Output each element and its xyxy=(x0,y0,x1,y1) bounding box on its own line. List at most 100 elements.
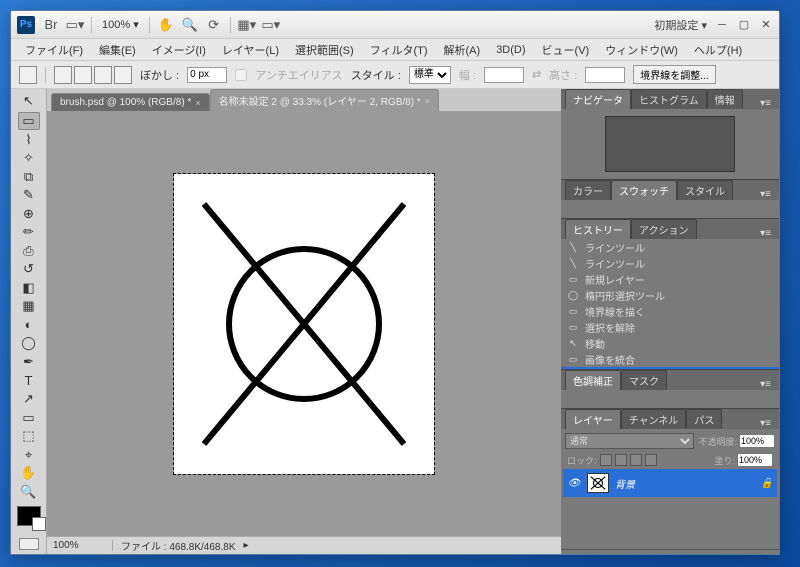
tab-color[interactable]: カラー xyxy=(565,180,611,200)
menu-help[interactable]: ヘルプ(H) xyxy=(688,40,748,60)
workspace-switcher[interactable]: 初期設定 ▾ xyxy=(654,17,707,33)
eyedropper-tool-icon[interactable]: ✎ xyxy=(18,187,40,204)
lock-transparency-icon[interactable] xyxy=(600,454,612,466)
panel-menu-icon[interactable]: ▾≡ xyxy=(756,379,775,390)
menu-file[interactable]: ファイル(F) xyxy=(19,40,89,60)
group-icon[interactable]: ▢ xyxy=(722,553,732,554)
type-tool-icon[interactable]: T xyxy=(18,372,40,389)
lock-all-icon[interactable] xyxy=(645,454,657,466)
eraser-tool-icon[interactable]: ◧ xyxy=(18,280,40,297)
history-item[interactable]: ▭長方形選択ツール xyxy=(561,367,779,369)
history-item[interactable]: ▭画像を統合 xyxy=(561,351,779,367)
zoom-display[interactable]: 100% ▾ xyxy=(100,18,141,31)
lock-pixels-icon[interactable] xyxy=(615,454,627,466)
stamp-tool-icon[interactable]: ⎙ xyxy=(18,243,40,260)
new-selection-icon[interactable] xyxy=(54,66,72,84)
adjustment-layer-icon[interactable]: ◑ xyxy=(708,554,715,555)
delete-layer-icon[interactable]: 🗑 xyxy=(759,553,773,554)
quick-mask-icon[interactable] xyxy=(19,538,39,550)
brush-tool-icon[interactable]: ✏ xyxy=(18,224,40,241)
pen-tool-icon[interactable]: ✒ xyxy=(18,354,40,371)
tab-masks[interactable]: マスク xyxy=(621,370,667,390)
tab-histogram[interactable]: ヒストグラム xyxy=(631,89,707,109)
screen-mode-icon[interactable]: ▭▾ xyxy=(67,17,83,33)
menu-select[interactable]: 選択範囲(S) xyxy=(289,40,360,60)
menu-filter[interactable]: フィルタ(T) xyxy=(364,40,434,60)
panel-menu-icon[interactable]: ▾≡ xyxy=(756,98,775,109)
hand-tool-icon[interactable]: ✋ xyxy=(18,465,40,482)
zoom-tool-icon[interactable]: 🔍 xyxy=(18,483,40,500)
status-zoom[interactable]: 100% xyxy=(53,540,113,551)
canvas-area[interactable] xyxy=(47,111,561,536)
panel-menu-icon[interactable]: ▾≡ xyxy=(756,418,775,429)
status-menu-icon[interactable]: ▸ xyxy=(244,540,249,551)
layer-thumbnail[interactable] xyxy=(587,473,609,493)
tool-preset-icon[interactable] xyxy=(19,66,37,84)
menu-edit[interactable]: 編集(E) xyxy=(93,40,142,60)
tab-swatches[interactable]: スウォッチ xyxy=(611,180,677,200)
tab-actions[interactable]: アクション xyxy=(631,219,697,239)
feather-input[interactable] xyxy=(187,67,227,83)
history-item[interactable]: ╲ラインツール xyxy=(561,255,779,271)
zoom-icon[interactable]: 🔍 xyxy=(182,17,198,33)
adjustments-body[interactable] xyxy=(561,390,779,408)
history-item[interactable]: ▭新規レイヤー xyxy=(561,271,779,287)
tab-navigator[interactable]: ナビゲータ xyxy=(565,89,631,109)
shape-tool-icon[interactable]: ▭ xyxy=(18,409,40,426)
blur-tool-icon[interactable]: ◐ xyxy=(18,317,40,334)
visibility-icon[interactable]: 👁 xyxy=(567,476,581,490)
layer-row[interactable]: 👁 背景 🔒 xyxy=(563,469,777,497)
new-layer-icon[interactable]: ▣ xyxy=(741,553,751,554)
tab-close-icon[interactable]: × xyxy=(195,98,200,108)
rotate-view-icon[interactable]: ⟳ xyxy=(206,17,222,33)
swatch-body[interactable] xyxy=(561,200,779,218)
menu-analysis[interactable]: 解析(A) xyxy=(438,40,487,60)
menu-view[interactable]: ビュー(V) xyxy=(536,40,596,60)
history-item[interactable]: ↖移動 xyxy=(561,335,779,351)
menu-layer[interactable]: レイヤー(L) xyxy=(216,40,285,60)
history-brush-tool-icon[interactable]: ↺ xyxy=(18,261,40,278)
link-layers-icon[interactable]: ⚯ xyxy=(659,553,668,554)
crop-tool-icon[interactable]: ⧉ xyxy=(18,169,40,186)
heal-tool-icon[interactable]: ⊕ xyxy=(18,206,40,223)
gradient-tool-icon[interactable]: ▦ xyxy=(18,298,40,315)
style-select[interactable]: 標準 xyxy=(409,66,451,84)
status-file-info[interactable]: ファイル : 468.8K/468.8K xyxy=(121,538,236,553)
tab-close-icon[interactable]: × xyxy=(425,96,430,106)
path-select-tool-icon[interactable]: ↗ xyxy=(18,391,40,408)
document-tab[interactable]: 名称未設定 2 @ 33.3% (レイヤー 2, RGB/8) *× xyxy=(210,89,439,111)
add-selection-icon[interactable] xyxy=(74,66,92,84)
3d-camera-tool-icon[interactable]: ⌖ xyxy=(18,446,40,463)
tab-layers[interactable]: レイヤー xyxy=(565,409,621,429)
layers-empty-area[interactable] xyxy=(563,497,777,547)
lock-position-icon[interactable] xyxy=(630,454,642,466)
lasso-tool-icon[interactable]: ⌇ xyxy=(18,132,40,149)
fill-input[interactable] xyxy=(737,453,773,467)
history-item[interactable]: ▭選択を解除 xyxy=(561,319,779,335)
history-item[interactable]: ◯楕円形選択ツール xyxy=(561,287,779,303)
bridge-icon[interactable]: Br xyxy=(43,17,59,33)
opacity-input[interactable] xyxy=(739,434,775,448)
history-item[interactable]: ▭境界線を描く xyxy=(561,303,779,319)
canvas[interactable] xyxy=(174,174,434,474)
dodge-tool-icon[interactable]: ◯ xyxy=(18,335,40,352)
quick-select-tool-icon[interactable]: ✧ xyxy=(18,150,40,167)
menu-3d[interactable]: 3D(D) xyxy=(490,42,531,58)
document-tab[interactable]: brush.psd @ 100% (RGB/8) *× xyxy=(51,93,210,111)
extras-icon[interactable]: ▭▾ xyxy=(263,17,279,33)
tab-channels[interactable]: チャンネル xyxy=(621,409,687,429)
close-icon[interactable]: ✕ xyxy=(759,18,773,32)
panel-menu-icon[interactable]: ▾≡ xyxy=(756,189,775,200)
tab-paths[interactable]: パス xyxy=(686,409,722,429)
refine-edge-button[interactable]: 境界線を調整... xyxy=(633,65,715,84)
panel-menu-icon[interactable]: ▾≡ xyxy=(756,228,775,239)
layer-mask-icon[interactable]: ◐ xyxy=(693,554,700,555)
history-item[interactable]: ╲ラインツール xyxy=(561,239,779,255)
move-tool-icon[interactable]: ↖ xyxy=(18,93,40,110)
hand-icon[interactable]: ✋ xyxy=(158,17,174,33)
blend-mode-select[interactable]: 通常 xyxy=(565,433,694,449)
3d-tool-icon[interactable]: ⬚ xyxy=(18,428,40,445)
minimize-icon[interactable]: ─ xyxy=(715,18,729,32)
subtract-selection-icon[interactable] xyxy=(94,66,112,84)
foreground-color-swatch[interactable] xyxy=(17,506,41,526)
